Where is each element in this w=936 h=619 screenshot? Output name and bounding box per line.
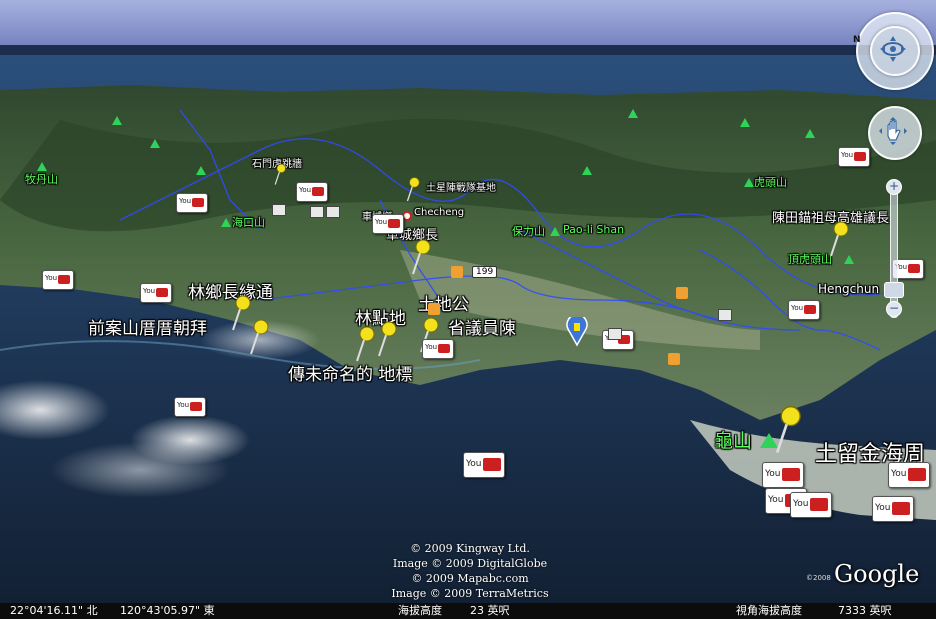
status-bar: 22°04'16.11" 北 120°43'05.97" 東 海拔高度 23 英… — [0, 603, 936, 619]
elevation-label: 海拔高度 — [398, 604, 442, 617]
mountain-icon — [150, 139, 160, 148]
label-pao-li-en[interactable]: Pao-li Shan — [563, 223, 624, 236]
building-icon[interactable] — [608, 328, 622, 340]
label-mu-dan[interactable]: 牧丹山 — [25, 171, 58, 187]
label-sheng-yi-yuan[interactable]: 省議員陳 — [448, 314, 516, 339]
label-tu-di-gong[interactable]: 土地公 — [418, 290, 469, 315]
youtube-icon[interactable] — [762, 462, 804, 488]
youtube-icon[interactable] — [174, 397, 206, 417]
mountain-icon — [37, 162, 47, 171]
place-marker-icon[interactable] — [428, 303, 440, 315]
mountain-icon — [196, 166, 206, 175]
longitude-readout: 120°43'05.97" 東 — [120, 604, 215, 617]
youtube-icon[interactable] — [838, 147, 870, 167]
zoom-out-button[interactable]: − — [886, 301, 902, 317]
place-marker-icon[interactable] — [676, 287, 688, 299]
north-indicator[interactable]: N — [853, 35, 861, 45]
elevation-value: 23 英呎 — [470, 604, 510, 617]
mountain-icon — [628, 109, 638, 118]
building-icon[interactable] — [310, 206, 324, 218]
logo-year: ©2008 — [806, 574, 831, 582]
google-logo: Google — [834, 560, 920, 588]
copyright-notice: © 2009 Kingway Ltd. Image © 2009 Digital… — [370, 541, 570, 601]
zoom-in-button[interactable]: + — [886, 179, 902, 195]
mountain-icon — [221, 218, 231, 227]
copyright-line: Image © 2009 DigitalGlobe — [392, 557, 548, 570]
road-199-shield: 199 — [472, 266, 498, 278]
zoom-slider-handle[interactable] — [884, 282, 904, 298]
hand-icon — [879, 117, 907, 145]
eye-altitude-label: 視角海拔高度 — [736, 604, 802, 617]
eye-altitude-value: 7333 英呎 — [838, 604, 892, 617]
youtube-icon[interactable] — [42, 270, 74, 290]
youtube-icon[interactable] — [788, 300, 820, 320]
copyright-line: © 2009 Kingway Ltd. — [410, 542, 530, 555]
youtube-icon[interactable] — [872, 496, 914, 522]
youtube-icon[interactable] — [176, 193, 208, 213]
pushpin-icon[interactable] — [246, 318, 272, 358]
youtube-icon[interactable] — [140, 283, 172, 303]
pushpin-icon[interactable] — [826, 220, 852, 260]
gas-station-icon[interactable] — [566, 317, 588, 347]
label-hengchun[interactable]: Hengchun — [818, 282, 879, 296]
youtube-icon[interactable] — [463, 452, 505, 478]
youtube-icon[interactable] — [790, 492, 832, 518]
building-icon[interactable] — [326, 206, 340, 218]
youtube-icon[interactable] — [422, 339, 454, 359]
label-hu-tou[interactable]: 虎頭山 — [754, 174, 787, 190]
label-chuan-wei-ming[interactable]: 傳未命名的 地標 — [288, 360, 412, 385]
mountain-icon — [582, 166, 592, 175]
label-checheng-en[interactable]: Checheng — [414, 207, 464, 218]
pushpin-icon[interactable] — [404, 176, 422, 204]
label-gui-shan[interactable]: 龜山 — [714, 426, 752, 453]
pushpin-icon[interactable] — [770, 404, 806, 458]
label-qian-an-shan[interactable]: 前案山厝厝朝拜 — [88, 314, 207, 339]
map-viewport[interactable]: 林鄉長緣通 前案山厝厝朝拜 林點地 土地公 省議員陳 傳未命名的 地標 陳田錨祖… — [0, 0, 936, 605]
eye-icon — [880, 36, 906, 62]
copyright-line: Image © 2009 TerraMetrics — [391, 587, 549, 600]
youtube-icon[interactable] — [888, 462, 930, 488]
mountain-icon — [740, 118, 750, 127]
mountain-icon — [744, 178, 754, 187]
latitude-readout: 22°04'16.11" 北 — [10, 604, 98, 617]
pushpin-icon[interactable] — [374, 320, 400, 360]
place-marker-icon[interactable] — [668, 353, 680, 365]
label-bao-li[interactable]: 保力山 — [512, 223, 545, 239]
building-icon[interactable] — [718, 309, 732, 321]
mountain-icon — [805, 129, 815, 138]
mountain-icon — [112, 116, 122, 125]
pushpin-icon[interactable] — [272, 163, 288, 187]
youtube-icon[interactable] — [296, 182, 328, 202]
building-icon[interactable] — [272, 204, 286, 216]
label-tu-xing[interactable]: 土星陣戰隊基地 — [426, 179, 496, 194]
youtube-icon[interactable] — [372, 214, 404, 234]
place-marker-icon[interactable] — [451, 266, 463, 278]
copyright-line: © 2009 Mapabc.com — [411, 572, 529, 585]
pushpin-icon[interactable] — [408, 238, 434, 278]
mountain-icon — [550, 227, 560, 236]
label-hai-kou[interactable]: 海口山 — [232, 214, 265, 230]
